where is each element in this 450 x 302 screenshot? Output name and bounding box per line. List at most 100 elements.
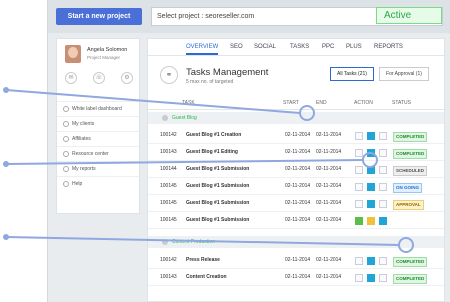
for-approval-button[interactable]: For Approval (1) xyxy=(379,67,429,81)
delete-icon[interactable] xyxy=(379,257,387,265)
table-row[interactable]: 100143 Content Creation 02-11-2014 02-11… xyxy=(148,269,444,286)
task-name: Guest Blog #1 Submission xyxy=(186,217,250,223)
view-icon[interactable] xyxy=(355,274,363,282)
tab-ppc[interactable]: PPC xyxy=(322,44,334,50)
task-id: 100145 xyxy=(160,183,177,189)
sidebar-item-my-clients[interactable]: My clients xyxy=(57,116,139,131)
sidebar-item-my-reports[interactable]: My reports xyxy=(57,161,139,176)
delete-icon[interactable] xyxy=(379,274,387,282)
view-icon[interactable] xyxy=(355,166,363,174)
table-row[interactable]: 100142 Press Release 02-11-2014 02-11-20… xyxy=(148,252,444,269)
status-badge: ON GOING xyxy=(393,183,423,193)
view-icon[interactable] xyxy=(355,257,363,265)
delete-icon[interactable] xyxy=(379,132,387,140)
sidebar-item-affiliates[interactable]: Affiliates xyxy=(57,131,139,146)
task-end: 02-11-2014 xyxy=(316,166,342,172)
task-start: 02-11-2014 xyxy=(285,183,311,189)
group-header[interactable]: Content Production xyxy=(148,236,444,248)
reports-icon xyxy=(63,166,69,172)
task-name: Guest Blog #1 Editing xyxy=(186,149,238,155)
task-id: 100143 xyxy=(160,274,177,280)
task-id: 100142 xyxy=(160,257,177,263)
page-subtitle: 5 max no. of targeted xyxy=(186,79,234,85)
task-name: Guest Blog #1 Submission xyxy=(186,166,250,172)
status-badge: Active xyxy=(376,7,442,24)
task-id: 100143 xyxy=(160,149,177,155)
view-icon[interactable] xyxy=(355,200,363,208)
task-end: 02-11-2014 xyxy=(316,257,342,263)
task-end: 02-11-2014 xyxy=(316,149,342,155)
task-start: 02-11-2014 xyxy=(285,274,311,280)
start-new-project-button[interactable]: Start a new project xyxy=(56,8,142,25)
delete-icon[interactable] xyxy=(379,183,387,191)
tab-tasks[interactable]: TASKS xyxy=(290,44,309,50)
view-icon[interactable] xyxy=(355,183,363,191)
mail-icon[interactable]: ✉ xyxy=(65,72,77,84)
task-start: 02-11-2014 xyxy=(285,132,311,138)
task-end: 02-11-2014 xyxy=(316,200,342,206)
top-bar: Start a new project Select project : seo… xyxy=(48,0,450,33)
task-name: Guest Blog #1 Submission xyxy=(186,200,250,206)
dashboard-icon xyxy=(63,106,69,112)
column-end: END xyxy=(316,100,327,106)
table-row[interactable]: 100143 Guest Blog #1 Editing 02-11-2014 … xyxy=(148,144,444,161)
all-tasks-button[interactable]: All Tasks (21) xyxy=(330,67,374,81)
tab-social[interactable]: SOCIAL xyxy=(254,44,276,50)
view-icon[interactable] xyxy=(355,149,363,157)
edit-icon[interactable] xyxy=(367,274,375,282)
task-start: 02-11-2014 xyxy=(285,166,311,172)
collapse-icon[interactable] xyxy=(162,239,168,245)
status-badge: SCHEDULED xyxy=(393,166,428,176)
table-row[interactable]: 100144 Guest Blog #1 Submission 02-11-20… xyxy=(148,161,444,178)
edit-icon[interactable] xyxy=(367,183,375,191)
sidebar-item-label: My clients xyxy=(72,121,95,127)
phone-icon[interactable]: ☏ xyxy=(93,72,105,84)
view-icon[interactable] xyxy=(355,132,363,140)
thumbs-icon[interactable] xyxy=(367,217,375,225)
edit-icon[interactable] xyxy=(367,132,375,140)
edit-icon[interactable] xyxy=(367,149,375,157)
settings-icon[interactable]: ⚙ xyxy=(121,72,133,84)
task-id: 100145 xyxy=(160,217,177,223)
tab-reports[interactable]: REPORTS xyxy=(374,44,403,50)
approve-icon[interactable] xyxy=(355,217,363,225)
delete-icon[interactable] xyxy=(379,166,387,174)
tab-plus[interactable]: PLUS xyxy=(346,44,362,50)
task-start: 02-11-2014 xyxy=(285,200,311,206)
table-row[interactable]: 100145 Guest Blog #1 Submission 02-11-20… xyxy=(148,195,444,212)
task-name: Guest Blog #1 Creation xyxy=(186,132,242,138)
task-name: Press Release xyxy=(186,257,220,263)
column-status: STATUS xyxy=(392,100,411,106)
edit-icon[interactable] xyxy=(379,217,387,225)
status-badge: COMPLETED xyxy=(393,132,428,142)
table-row[interactable]: 100142 Guest Blog #1 Creation 02-11-2014… xyxy=(148,127,444,144)
collapse-icon[interactable] xyxy=(162,115,168,121)
group-header[interactable]: Guest Blog xyxy=(148,112,444,124)
delete-icon[interactable] xyxy=(379,149,387,157)
app-frame: Start a new project Select project : seo… xyxy=(47,0,450,302)
sidebar-item-resource-center[interactable]: Resource center xyxy=(57,146,139,161)
delete-icon[interactable] xyxy=(379,200,387,208)
sidebar-item-white-label[interactable]: White label dashboard xyxy=(57,101,139,116)
edit-icon[interactable] xyxy=(367,166,375,174)
table-row[interactable]: 100145 Guest Blog #1 Submission 02-11-20… xyxy=(148,178,444,195)
group-title: Guest Blog xyxy=(172,115,197,121)
tab-overview[interactable]: OVERVIEW xyxy=(186,44,219,55)
user-name: Angela Solomon xyxy=(87,47,128,53)
status-badge: COMPLETED xyxy=(393,257,428,267)
column-start: START xyxy=(283,100,299,106)
group-title: Content Production xyxy=(172,239,215,245)
edit-icon[interactable] xyxy=(367,200,375,208)
avatar xyxy=(65,45,81,63)
edit-icon[interactable] xyxy=(367,257,375,265)
resource-icon xyxy=(63,151,69,157)
task-end: 02-11-2014 xyxy=(316,274,342,280)
table-row[interactable]: 100145 Guest Blog #1 Submission 02-11-20… xyxy=(148,212,444,229)
status-badge: COMPLETED xyxy=(393,274,428,284)
task-start: 02-11-2014 xyxy=(285,257,311,263)
sidebar-item-help[interactable]: Help xyxy=(57,176,139,191)
user-role: Project Manager xyxy=(87,55,121,60)
task-id: 100144 xyxy=(160,166,177,172)
sidebar-item-label: My reports xyxy=(72,166,96,172)
tab-seo[interactable]: SEO xyxy=(230,44,243,50)
